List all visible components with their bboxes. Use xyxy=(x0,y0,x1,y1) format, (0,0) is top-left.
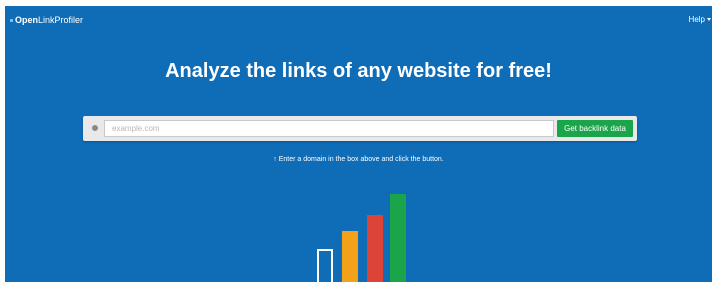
bar-red xyxy=(367,215,383,282)
decorative-bar-chart xyxy=(5,6,712,282)
bar-blue xyxy=(317,249,333,282)
bar-green xyxy=(390,194,406,282)
page-background: Open LinkProfiler Help Analyze the links … xyxy=(5,6,712,282)
bar-orange xyxy=(342,231,358,282)
